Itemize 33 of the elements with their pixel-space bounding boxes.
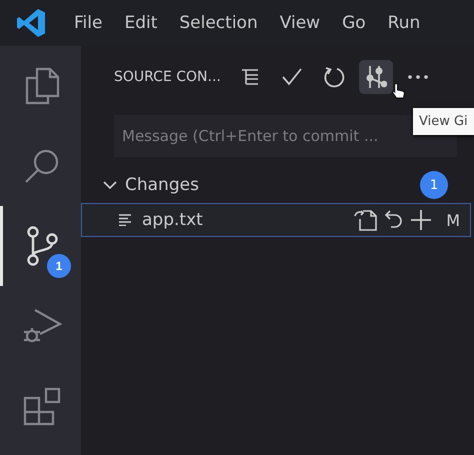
tree-view-icon: [240, 67, 260, 87]
file-name: app.txt: [142, 210, 204, 230]
chevron-icon: [103, 180, 117, 190]
text-file-icon: [118, 214, 132, 226]
menu-item[interactable]: Edit: [113, 13, 168, 33]
tooltip: View Gi: [413, 108, 474, 135]
panel-title: SOURCE CON...: [114, 69, 221, 85]
status-letter: M: [446, 210, 460, 230]
undo-icon: [384, 209, 404, 231]
files-icon: [24, 67, 60, 105]
menu-item[interactable]: Run: [376, 13, 432, 33]
changes-group[interactable]: Changes 1: [81, 167, 474, 203]
search-icon: [23, 147, 61, 185]
open-file-icon: [354, 209, 378, 231]
more-icon: [406, 74, 429, 80]
stage-button[interactable]: [410, 209, 432, 231]
app-logo-icon: [16, 8, 46, 38]
menu-item[interactable]: View: [268, 13, 332, 33]
graph-icon: [364, 65, 387, 89]
check-icon: [280, 67, 303, 87]
count-badge: 1: [420, 171, 448, 199]
menu-item[interactable]: Selection: [168, 13, 269, 33]
plus-icon: [410, 209, 432, 231]
menu-item[interactable]: Go: [331, 13, 377, 33]
discard-button[interactable]: [384, 209, 404, 231]
refresh-icon: [322, 66, 345, 88]
hand-pointer-icon: [392, 82, 406, 100]
open-file-button[interactable]: [354, 209, 378, 231]
extensions-icon: [22, 386, 62, 426]
count-badge: 1: [47, 254, 71, 278]
file-row[interactable]: app.txt M: [81, 203, 471, 237]
menu-item[interactable]: File: [63, 13, 114, 33]
graph-button[interactable]: [358, 60, 393, 94]
